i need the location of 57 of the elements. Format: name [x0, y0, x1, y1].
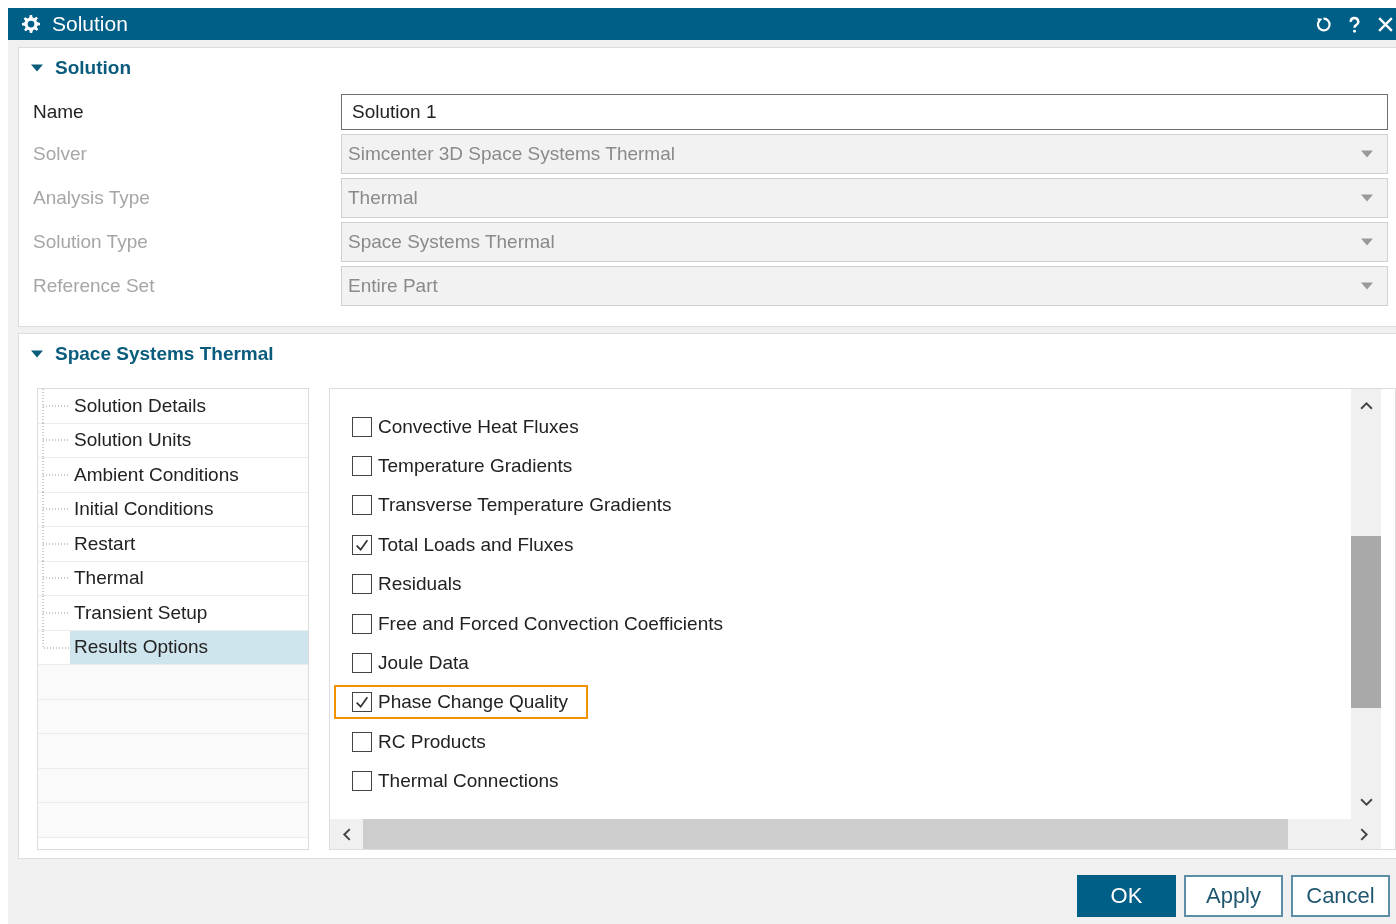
field-label: Solution Type: [33, 231, 149, 253]
section-title[interactable]: Space Systems Thermal: [55, 343, 274, 365]
option-label[interactable]: Residuals: [378, 573, 462, 596]
scroll-down-icon[interactable]: [1359, 798, 1373, 807]
checkbox[interactable]: [352, 653, 372, 674]
option-label[interactable]: Free and Forced Convection Coefficients: [378, 612, 723, 635]
option-label[interactable]: Thermal Connections: [378, 770, 559, 793]
scroll-up-icon[interactable]: [1359, 401, 1373, 410]
name-field[interactable]: Solution 1: [341, 94, 1388, 130]
checkbox[interactable]: [352, 613, 372, 634]
section-title[interactable]: Solution: [55, 57, 131, 79]
option-label[interactable]: Temperature Gradients: [378, 455, 573, 478]
option-label[interactable]: Transverse Temperature Gradients: [378, 494, 672, 517]
tree-line: [42, 423, 70, 458]
ok-button[interactable]: OK: [1077, 875, 1176, 917]
checkbox[interactable]: [352, 574, 372, 595]
field-label: Analysis Type: [33, 187, 151, 209]
option-label[interactable]: RC Products: [378, 730, 486, 753]
tree-line: [42, 389, 70, 423]
scroll-right-icon[interactable]: [1360, 827, 1369, 841]
tree-item[interactable]: Restart: [70, 527, 308, 561]
scroll-thumb[interactable]: [1351, 536, 1381, 708]
option-label[interactable]: Phase Change Quality: [378, 691, 569, 714]
checkbox[interactable]: [352, 692, 372, 713]
checkbox[interactable]: [352, 534, 372, 555]
option-label[interactable]: Joule Data: [378, 652, 469, 675]
field-label: Solver: [33, 143, 88, 165]
dialog-button[interactable]: Apply: [1184, 875, 1283, 917]
tree-item[interactable]: Thermal: [70, 561, 308, 595]
close-icon[interactable]: [1377, 15, 1394, 33]
checkbox[interactable]: [352, 771, 372, 792]
tree-line: [42, 561, 70, 596]
tree-item[interactable]: Ambient Conditions: [70, 458, 308, 492]
checkbox[interactable]: [352, 456, 372, 477]
scroll-left-icon[interactable]: [342, 827, 351, 841]
checkbox[interactable]: [352, 416, 372, 437]
window-title: Solution: [52, 12, 128, 36]
tree-item[interactable]: Solution Details: [70, 389, 308, 423]
option-label[interactable]: Convective Heat Fluxes: [378, 415, 579, 438]
dialog-button[interactable]: Cancel: [1291, 875, 1390, 917]
checkbox[interactable]: [352, 495, 372, 516]
caret-icon[interactable]: [31, 348, 43, 360]
caret-icon[interactable]: [31, 62, 43, 74]
reset-icon[interactable]: [1315, 15, 1332, 33]
option-label[interactable]: Total Loads and Fluxes: [378, 533, 574, 556]
field-label: Reference Set: [33, 275, 156, 297]
settings-icon: [22, 15, 40, 33]
field-label: Name: [33, 101, 85, 123]
tree-line: [42, 526, 70, 561]
tree-item[interactable]: Initial Conditions: [70, 492, 308, 526]
tree-item[interactable]: Solution Units: [70, 423, 308, 457]
tree-line: [42, 457, 70, 492]
vertical-scrollbar[interactable]: [1351, 389, 1381, 819]
tree-item[interactable]: Transient Setup: [70, 596, 308, 630]
tree-item[interactable]: Results Options: [70, 630, 308, 664]
tree-line: [42, 492, 70, 527]
checkbox[interactable]: [352, 731, 372, 752]
